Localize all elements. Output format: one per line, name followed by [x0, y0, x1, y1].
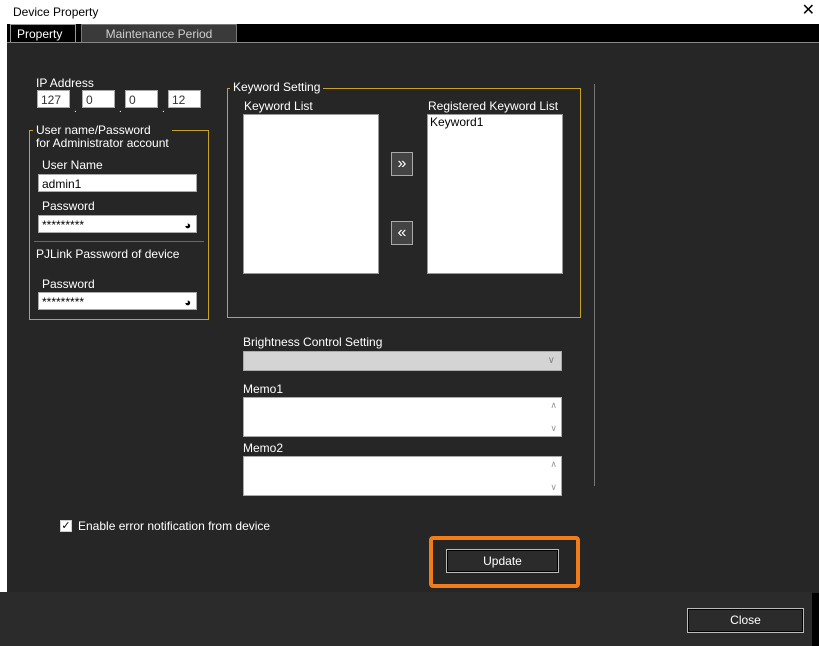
password-field[interactable]: ********* ◕ — [38, 215, 197, 233]
ip-octet-2-field[interactable]: 0 — [82, 90, 115, 108]
username-field[interactable]: admin1 — [38, 174, 197, 192]
password-label: Password — [42, 199, 95, 213]
close-window-icon[interactable]: ✕ — [802, 2, 815, 20]
keyword-list-label: Keyword List — [244, 99, 313, 113]
admin-divider — [34, 241, 204, 242]
add-keyword-button[interactable]: » — [391, 152, 413, 176]
registered-keyword-list[interactable]: Keyword1 — [427, 114, 563, 274]
title-bar: Device Property ✕ — [7, 0, 819, 24]
ip-dot-2: . — [119, 104, 122, 115]
keyword-list[interactable] — [243, 114, 379, 274]
scroll-down-icon[interactable]: ∨ — [550, 482, 557, 493]
remove-keyword-button[interactable]: « — [391, 221, 413, 245]
ip-octet-3-field[interactable]: 0 — [125, 90, 158, 108]
show-pjlink-password-icon[interactable]: ◕ — [184, 294, 191, 312]
brightness-control-select[interactable]: ∨ — [243, 351, 562, 371]
update-button[interactable]: Update — [446, 549, 559, 573]
ip-address-label: IP Address — [36, 76, 94, 90]
ip-octet-1-field[interactable]: 127 — [37, 90, 70, 108]
username-label: User Name — [42, 158, 103, 172]
close-button[interactable]: Close — [687, 608, 804, 633]
memo1-label: Memo1 — [243, 382, 284, 396]
tab-strip: Property Maintenance Period — [7, 24, 819, 42]
window-title: Device Property — [13, 5, 99, 19]
chevron-down-icon: ∨ — [547, 355, 555, 366]
admin-group-title-line2: for Administrator account — [36, 136, 169, 150]
memo2-textarea[interactable]: ∧ ∨ — [243, 456, 562, 496]
error-notification-checkbox[interactable]: ✓ — [60, 520, 72, 532]
show-password-icon[interactable]: ◕ — [184, 217, 191, 235]
ip-octet-4-field[interactable]: 12 — [168, 90, 201, 108]
tab-property[interactable]: Property — [10, 24, 76, 42]
brightness-control-label: Brightness Control Setting — [243, 335, 383, 349]
tab-maintenance-period[interactable]: Maintenance Period — [81, 24, 237, 42]
pjlink-password-label: PJLink Password of device — [36, 247, 180, 261]
memo2-label: Memo2 — [243, 441, 284, 455]
pjlink-password-field-label: Password — [42, 277, 95, 291]
scroll-down-icon[interactable]: ∨ — [550, 423, 557, 434]
memo1-textarea[interactable]: ∧ ∨ — [243, 397, 562, 437]
list-item[interactable]: Keyword1 — [428, 115, 562, 129]
ip-dot-3: . — [162, 104, 165, 115]
password-value: ********* — [42, 218, 85, 232]
ip-dot-1: . — [74, 104, 77, 115]
scroll-up-icon[interactable]: ∧ — [550, 459, 557, 470]
pjlink-password-value: ********* — [42, 295, 85, 309]
pjlink-password-field[interactable]: ********* ◕ — [38, 292, 197, 310]
vertical-separator — [594, 84, 595, 486]
registered-keyword-list-label: Registered Keyword List — [428, 99, 559, 113]
error-notification-label: Enable error notification from device — [78, 519, 271, 533]
keyword-setting-title: Keyword Setting — [230, 81, 324, 94]
scroll-up-icon[interactable]: ∧ — [550, 400, 557, 411]
admin-group-title: User name/Password for Administrator acc… — [33, 124, 172, 150]
